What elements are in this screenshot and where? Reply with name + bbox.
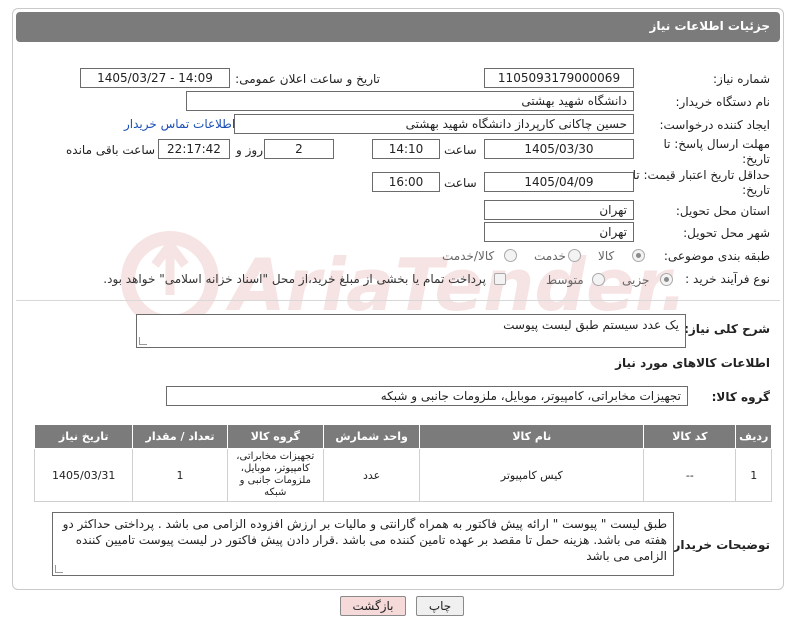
purchase-small-label: جزیی [622, 273, 650, 287]
col-row: ردیف [735, 424, 772, 449]
cell-name: کیس کامپیوتر [419, 448, 645, 502]
category-goods-radio[interactable] [632, 249, 645, 262]
reply-hour-label: ساعت [444, 143, 477, 157]
reply-time-field: 14:10 [372, 139, 440, 159]
cell-code: -- [643, 448, 737, 502]
announce-field: 1405/03/27 - 14:09 [80, 68, 230, 88]
days-label: روز و [236, 143, 263, 157]
col-qty: تعداد / مقدار [132, 424, 228, 449]
creator-label: ایجاد کننده درخواست: [659, 118, 770, 132]
divider [16, 300, 780, 301]
goods-group-field: تجهیزات مخابراتی، کامپیوتر، موبایل، ملزو… [166, 386, 688, 406]
buyer-notes-label: توضیحات خریدار: [668, 538, 770, 552]
reply-deadline-label: مهلت ارسال پاسخ: تا تاریخ: [663, 137, 770, 166]
col-group: گروه کالا [226, 424, 324, 449]
resize-handle-icon[interactable] [139, 337, 147, 345]
goods-table-header: ردیف کد کالا نام کالا واحد شمارش گروه کا… [33, 424, 772, 449]
purchase-type-label: نوع فرآیند خرید : [685, 272, 770, 286]
buyer-org-field: دانشگاه شهید بهشتی [186, 91, 634, 111]
category-both-radio[interactable] [504, 249, 517, 262]
goods-table: ردیف کد کالا نام کالا واحد شمارش گروه کا… [33, 424, 772, 502]
header-bar: جزئیات اطلاعات نیاز [16, 12, 780, 42]
buyer-notes-textarea[interactable]: طبق لیست " پیوست " ارائه پیش فاکتور به ه… [52, 512, 674, 576]
description-label: شرح کلی نیاز: [684, 322, 770, 336]
print-button[interactable]: چاپ [416, 596, 464, 616]
buyer-org-label: نام دستگاه خریدار: [675, 95, 771, 109]
announce-label: تاریخ و ساعت اعلان عمومی: [235, 72, 380, 86]
col-code: کد کالا [643, 424, 737, 449]
days-field: 2 [264, 139, 334, 159]
cell-unit: عدد [322, 448, 421, 502]
need-number-label: شماره نیاز: [713, 72, 770, 86]
creator-field: حسین چاکانی کارپرداز دانشگاه شهید بهشتی [234, 114, 634, 134]
reply-date-field: 1405/03/30 [484, 139, 634, 159]
cell-row: 1 [735, 448, 772, 502]
category-goods-label: کالا [598, 249, 615, 263]
price-hour-label: ساعت [444, 176, 477, 190]
province-label: استان محل تحویل: [675, 204, 770, 218]
purchase-medium-label: متوسط [546, 273, 584, 287]
description-text: یک عدد سیستم طبق لیست پیوست [503, 318, 679, 332]
goods-section-title: اطلاعات کالاهای مورد نیاز [615, 356, 770, 370]
table-row: 1 -- کیس کامپیوتر عدد تجهیزات مخابراتی، … [33, 448, 772, 502]
col-name: نام کالا [419, 424, 645, 449]
goods-group-label: گروه کالا: [711, 390, 770, 404]
category-both-label: کالا/خدمت [442, 249, 495, 263]
col-date: تاریخ نیاز [33, 424, 134, 449]
category-service-label: خدمت [534, 249, 566, 263]
back-button[interactable]: بازگشت [340, 596, 406, 616]
city-label: شهر محل تحویل: [683, 226, 770, 240]
treasury-payment-checkbox[interactable] [494, 273, 506, 285]
payment-note: پرداخت تمام یا بخشی از مبلغ خرید،از محل … [103, 272, 486, 286]
category-label: طبقه بندی موضوعی: [663, 249, 770, 263]
contact-buyer-link[interactable]: اطلاعات تماس خریدار [124, 117, 235, 131]
purchase-small-radio[interactable] [660, 273, 673, 286]
description-textarea[interactable]: یک عدد سیستم طبق لیست پیوست [136, 314, 686, 348]
col-unit: واحد شمارش [322, 424, 421, 449]
city-field: تهران [484, 222, 634, 242]
price-validity-label: حداقل تاریخ اعتبار قیمت: تا تاریخ: [632, 168, 770, 197]
buyer-notes-text: طبق لیست " پیوست " ارائه پیش فاکتور به ه… [62, 517, 667, 563]
remaining-time-field: 22:17:42 [158, 139, 230, 159]
price-time-field: 16:00 [372, 172, 440, 192]
remaining-label: ساعت باقی مانده [66, 143, 156, 157]
cell-date: 1405/03/31 [33, 448, 134, 502]
cell-group: تجهیزات مخابراتی، کامپیوتر، موبایل، ملزو… [226, 448, 324, 502]
need-number-field: 1105093179000069 [484, 68, 634, 88]
purchase-medium-radio[interactable] [592, 273, 605, 286]
price-date-field: 1405/04/09 [484, 172, 634, 192]
cell-qty: 1 [132, 448, 228, 502]
category-service-radio[interactable] [568, 249, 581, 262]
province-field: تهران [484, 200, 634, 220]
resize-handle-icon[interactable] [55, 565, 63, 573]
page-title: جزئیات اطلاعات نیاز [649, 19, 770, 33]
